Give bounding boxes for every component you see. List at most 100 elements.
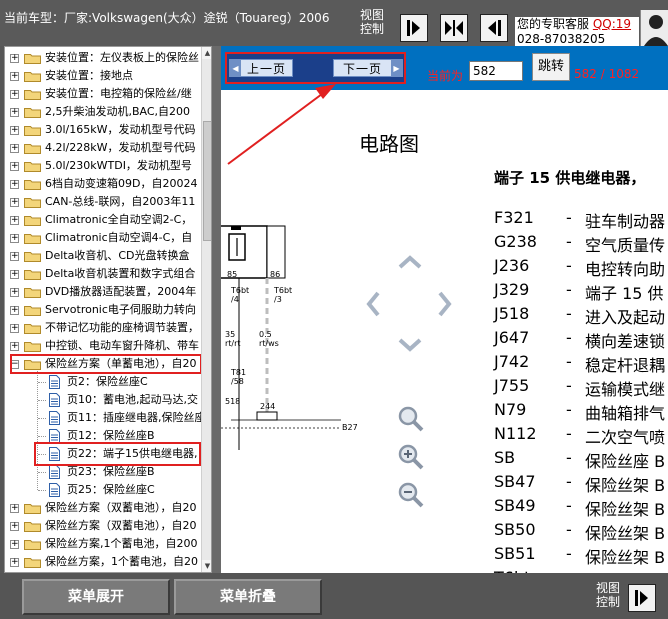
bottom-toolbar: 菜单展开 菜单折叠 视图控制 (0, 573, 668, 619)
expand-icon[interactable]: + (10, 216, 19, 225)
expand-menu-button[interactable]: 菜单展开 (22, 579, 170, 615)
folder-icon (24, 252, 41, 262)
expand-icon[interactable]: + (10, 198, 19, 207)
expand-icon[interactable]: + (10, 522, 19, 531)
expand-icon[interactable]: + (10, 270, 19, 279)
tree-node[interactable]: + 保险丝方案,1个蓄电池，自200 (5, 535, 201, 553)
tree-node[interactable]: + Servotronic电子伺服助力转向 (5, 301, 201, 319)
pan-right-icon[interactable] (437, 290, 453, 318)
expand-icon[interactable]: + (10, 558, 19, 567)
support-qq-link[interactable]: QQ:19 (593, 17, 631, 31)
app-window: 当前车型：厂家:Volkswagen(大众）途锐（Touareg）2006 视图… (0, 0, 668, 619)
tree-leaf[interactable]: 页12：保险丝座B (5, 427, 175, 445)
support-avatar[interactable] (640, 10, 668, 46)
tree-leaf[interactable]: 页22：端子15供电继电器, (5, 445, 198, 463)
tree-node[interactable]: + 保险丝方案（双蓄电池），自20 (5, 517, 201, 535)
expand-icon[interactable]: + (10, 324, 19, 333)
toolbar-prev-button[interactable] (480, 14, 508, 42)
expand-icon[interactable]: + (10, 288, 19, 297)
next-page-button[interactable]: 下一页 ▶ (333, 59, 403, 77)
expand-icon[interactable]: + (10, 504, 19, 513)
expand-icon[interactable]: + (10, 72, 19, 81)
expand-icon[interactable]: + (10, 252, 19, 261)
expand-icon[interactable]: + (10, 162, 19, 171)
tree-node[interactable]: + Delta收音机装置和数字式组合 (5, 265, 201, 283)
pan-left-icon[interactable] (365, 290, 381, 318)
page-nav-highlight: ◀ 上一页 下一页 ▶ (225, 52, 406, 84)
expand-icon[interactable]: + (10, 342, 19, 351)
tree-node[interactable]: + 安装位置：左仪表板上的保险丝 (5, 49, 201, 67)
tree-leaf[interactable]: 页11：插座继电器,保险丝座 (5, 409, 201, 427)
toolbar-next-button[interactable] (400, 14, 428, 42)
zoom-out-icon[interactable] (397, 481, 425, 509)
expand-icon[interactable]: + (10, 108, 19, 117)
prev-page-button[interactable]: ◀ 上一页 (229, 59, 293, 77)
expand-icon[interactable]: + (10, 540, 19, 549)
zoom-fit-icon[interactable] (397, 405, 425, 433)
tree-node[interactable]: − 保险丝方案（单蓄电池），自20 (5, 355, 201, 373)
tree-node[interactable]: + 安装位置：电控箱的保险丝/继 (5, 85, 201, 103)
arrow-right-icon: ▶ (391, 60, 402, 76)
tree-node[interactable]: + 中控锁、电动车窗升降机、带车 (5, 337, 201, 355)
tree-node[interactable]: +3.0l/165kW，发动机型号代码 (5, 121, 201, 139)
pan-down-icon[interactable] (397, 337, 423, 353)
tree-leaf[interactable]: 页25：保险丝座C (5, 481, 175, 499)
folder-icon (24, 540, 41, 550)
document-icon (49, 483, 60, 497)
tree-scrollbar[interactable]: ▲ ▼ (201, 47, 211, 572)
tree-node-label: 保险丝方案，1个蓄电池，自20 (45, 555, 198, 568)
panel-splitter[interactable] (212, 46, 221, 573)
expand-icon[interactable]: + (10, 90, 19, 99)
tree-node[interactable]: + 安装位置：接地点 (5, 67, 201, 85)
scroll-down-arrow-icon[interactable]: ▼ (202, 560, 211, 572)
expand-icon[interactable]: + (10, 126, 19, 135)
menu-tree: + 安装位置：左仪表板上的保险丝 + 安装位置：接地点 + 安装位置：电控箱的保险丝/继 +… (5, 47, 201, 572)
view-control-next-button[interactable] (628, 584, 656, 612)
tree-node[interactable]: + 不带记忆功能的座椅调节装置， (5, 319, 201, 337)
expand-icon[interactable]: + (10, 234, 19, 243)
expand-icon[interactable]: + (10, 144, 19, 153)
collapse-icon[interactable]: − (10, 360, 19, 369)
zoom-in-icon[interactable] (397, 443, 425, 471)
tree-node[interactable]: + 保险丝方案，1个蓄电池，自20 (5, 553, 201, 571)
legend-desc: 保险丝架 B (585, 500, 666, 519)
tree-node[interactable]: +6档自动变速箱09D，自20024 (5, 175, 201, 193)
expand-icon[interactable]: + (10, 306, 19, 315)
page-number-input[interactable] (469, 61, 523, 81)
tree-leaf[interactable]: 页10：蓄电池,起动马达,交 (5, 391, 198, 409)
tree-node[interactable]: + Climatronic自动空调4-C，自 (5, 229, 201, 247)
collapse-menu-button[interactable]: 菜单折叠 (174, 579, 322, 615)
support-panel: 您的专职客服 QQ:19 028-87038205 (515, 17, 639, 47)
tree-node[interactable]: + DVD播放器适配装置，2004年 (5, 283, 201, 301)
legend-code: J742 (494, 352, 530, 371)
tree-node[interactable]: + CAN-总线-联网，自2003年11 (5, 193, 201, 211)
tree-node[interactable]: +4.2l/228kW，发动机型号代码 (5, 139, 201, 157)
legend-desc: 保险丝架 B (585, 476, 666, 495)
tree-leaf[interactable]: 页23：保险丝座B (5, 463, 175, 481)
diagram-label-t81: T81/58 (231, 368, 247, 386)
tree-node-label: 中控锁、电动车窗升降机、带车 (45, 339, 199, 352)
folder-icon (24, 342, 41, 352)
tree-leaf[interactable]: 页2：保险丝座C (5, 373, 175, 391)
document-icon (49, 465, 60, 479)
scroll-thumb[interactable] (203, 121, 211, 241)
expand-icon[interactable]: + (10, 180, 19, 189)
legend-code: F321 (494, 208, 534, 227)
car-model-title: 当前车型：厂家:Volkswagen(大众）途锐（Touareg）2006 (4, 11, 330, 25)
scroll-up-arrow-icon[interactable]: ▲ (202, 47, 211, 59)
diagram-wire-35: 35 rt/rt (225, 330, 241, 348)
legend-desc: 二次空气喷 (585, 428, 666, 447)
user-icon (644, 15, 668, 46)
tree-node[interactable]: + Delta收音机、CD光盘转换盒 (5, 247, 201, 265)
tree-node[interactable]: +5.0l/230kWTDI，发动机型号 (5, 157, 201, 175)
pan-up-icon[interactable] (397, 254, 423, 270)
document-icon (49, 429, 60, 443)
jump-button[interactable]: 跳转 (532, 53, 570, 81)
tree-node[interactable]: +2,5升柴油发动机,BAC,自200 (5, 103, 201, 121)
tree-leaf-label: 页22：端子15供电继电器, (67, 445, 198, 463)
legend-code: J518 (494, 304, 530, 323)
tree-node[interactable]: + Climatronic全自动空调2-C， (5, 211, 201, 229)
tree-node[interactable]: + 保险丝方案（双蓄电池），自20 (5, 499, 201, 517)
toolbar-fit-button[interactable] (440, 14, 468, 42)
expand-icon[interactable]: + (10, 54, 19, 63)
